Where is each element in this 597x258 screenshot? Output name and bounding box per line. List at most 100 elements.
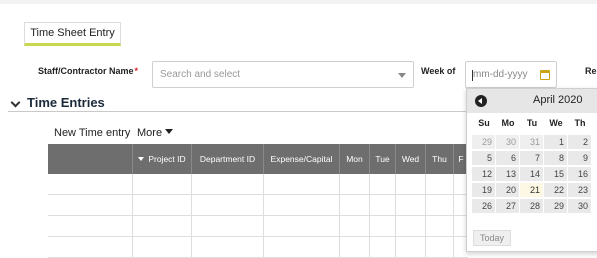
datepicker-day[interactable]: 20 — [496, 183, 519, 197]
datepicker-header: April 2020 — [467, 89, 597, 113]
table-cell — [453, 237, 454, 258]
datepicker-month-title[interactable]: April 2020 — [533, 94, 583, 106]
table-cell — [395, 195, 396, 216]
weekday-header: Su — [478, 118, 490, 128]
datepicker-day[interactable]: 8 — [544, 151, 567, 165]
table-cell — [395, 174, 396, 195]
table-cell — [425, 174, 426, 195]
datepicker-day[interactable]: 12 — [472, 167, 495, 181]
staff-contractor-select[interactable]: Search and select — [152, 61, 414, 88]
datepicker-day[interactable]: 29 — [544, 199, 567, 213]
table-cell — [369, 237, 370, 258]
weekday-header: Th — [574, 118, 586, 128]
table-cell — [395, 216, 396, 237]
datepicker-day[interactable]: 7 — [520, 151, 543, 165]
datepicker-day[interactable]: 27 — [496, 199, 519, 213]
table-cell — [395, 237, 396, 258]
calendar-icon[interactable] — [540, 70, 550, 80]
table-cell — [191, 195, 192, 216]
datepicker-day[interactable]: 22 — [544, 183, 567, 197]
datepicker-day[interactable]: 30 — [568, 199, 591, 213]
column-header-wed[interactable]: Wed — [395, 144, 425, 174]
table-row[interactable] — [48, 174, 468, 195]
staff-contractor-label: Staff/Contractor Name* — [38, 66, 138, 76]
datepicker-day[interactable]: 13 — [496, 167, 519, 181]
tab-time-sheet-entry[interactable]: Time Sheet Entry — [24, 22, 121, 46]
datepicker-day[interactable]: 30 — [496, 135, 519, 149]
weekday-header: Tu — [526, 118, 538, 128]
weekday-header: We — [549, 118, 563, 128]
staff-select-placeholder: Search and select — [160, 69, 241, 80]
table-cell — [453, 195, 454, 216]
previous-month-icon[interactable] — [475, 95, 487, 107]
datepicker-day[interactable]: 28 — [520, 199, 543, 213]
section-divider — [8, 111, 478, 112]
column-header-department-id[interactable]: Department ID — [191, 144, 263, 174]
chevron-down-icon — [398, 73, 406, 78]
date-placeholder: mm-dd-yyyy — [473, 69, 528, 80]
table-cell — [339, 174, 340, 195]
table-cell — [132, 195, 133, 216]
table-cell — [132, 216, 133, 237]
table-row[interactable] — [48, 237, 468, 258]
datepicker-day[interactable]: 21 — [520, 183, 543, 197]
table-cell — [369, 195, 370, 216]
table-row[interactable] — [48, 216, 468, 237]
datepicker-day[interactable]: 26 — [472, 199, 495, 213]
datepicker-day[interactable]: 1 — [544, 135, 567, 149]
table-cell — [425, 237, 426, 258]
table-cell — [339, 237, 340, 258]
table-cell — [425, 195, 426, 216]
table-cell — [191, 216, 192, 237]
column-header-thu[interactable]: Thu — [425, 144, 453, 174]
datepicker-day[interactable]: 31 — [520, 135, 543, 149]
table-cell — [191, 174, 192, 195]
column-header-select — [48, 144, 132, 174]
table-cell — [339, 216, 340, 237]
table-cell — [263, 195, 264, 216]
column-header-project-id-label: Project ID — [148, 154, 186, 164]
table-cell — [369, 216, 370, 237]
table-cell — [425, 216, 426, 237]
truncated-label: Re — [585, 66, 597, 76]
table-cell — [132, 237, 133, 258]
datepicker-day[interactable]: 19 — [472, 183, 495, 197]
table-cell — [369, 174, 370, 195]
table-cell — [453, 174, 454, 195]
datepicker-day[interactable]: 16 — [568, 167, 591, 181]
datepicker-day[interactable]: 15 — [544, 167, 567, 181]
datepicker-day[interactable]: 2 — [568, 135, 591, 149]
table-cell — [453, 216, 454, 237]
column-header-tue[interactable]: Tue — [369, 144, 395, 174]
table-row[interactable] — [48, 195, 468, 216]
table-cell — [191, 237, 192, 258]
staff-contractor-label-text: Staff/Contractor Name — [38, 66, 134, 76]
new-time-entry-button[interactable]: New Time entry — [54, 127, 130, 139]
table-cell — [263, 174, 264, 195]
today-button[interactable]: Today — [473, 230, 511, 246]
required-asterisk: * — [134, 66, 139, 76]
text-cursor — [472, 70, 473, 81]
table-cell — [263, 237, 264, 258]
weekday-header: Mo — [501, 118, 515, 128]
datepicker-day[interactable]: 5 — [472, 151, 495, 165]
more-menu-button[interactable]: More — [137, 127, 174, 139]
collapse-chevron-icon[interactable] — [10, 97, 21, 108]
table-cell — [263, 216, 264, 237]
top-border — [0, 0, 597, 4]
table-cell — [132, 174, 133, 195]
datepicker-day[interactable]: 29 — [472, 135, 495, 149]
datepicker-day[interactable]: 14 — [520, 167, 543, 181]
column-header-expense-capital[interactable]: Expense/Capital — [263, 144, 339, 174]
datepicker-day[interactable]: 23 — [568, 183, 591, 197]
table-cell — [339, 195, 340, 216]
week-of-date-input[interactable]: mm-dd-yyyy — [465, 61, 557, 88]
table-header: Project ID Department ID Expense/Capital… — [48, 144, 468, 174]
section-title-time-entries: Time Entries — [27, 95, 105, 110]
column-header-mon[interactable]: Mon — [339, 144, 369, 174]
more-label: More — [137, 127, 163, 139]
sort-down-icon — [138, 157, 145, 161]
datepicker-day[interactable]: 6 — [496, 151, 519, 165]
datepicker-day[interactable]: 9 — [568, 151, 591, 165]
column-header-project-id[interactable]: Project ID — [132, 144, 191, 174]
